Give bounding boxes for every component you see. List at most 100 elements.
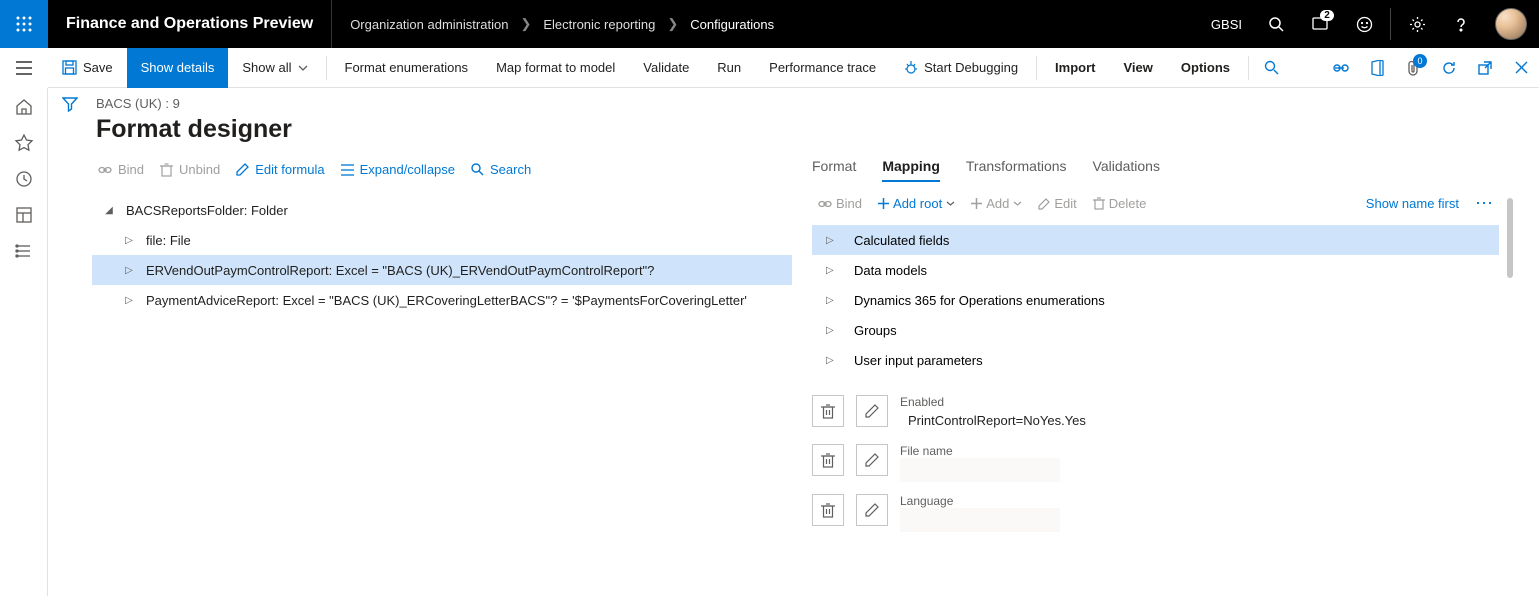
run-button[interactable]: Run xyxy=(703,48,755,88)
tab-format[interactable]: Format xyxy=(812,158,856,182)
tree-item-1[interactable]: ▷ ERVendOutPaymControlReport: Excel = "B… xyxy=(92,255,792,285)
caret-right-icon: ▷ xyxy=(122,235,136,246)
expand-collapse-button[interactable]: Expand/collapse xyxy=(335,158,461,181)
tree-item-2[interactable]: ▷ PaymentAdviceReport: Excel = "BACS (UK… xyxy=(92,285,792,315)
ds-item-3[interactable]: ▷Groups xyxy=(812,315,1499,345)
close-button[interactable] xyxy=(1503,48,1539,88)
caret-right-icon: ▷ xyxy=(826,265,840,276)
app-launcher-button[interactable] xyxy=(0,0,48,48)
find-button[interactable] xyxy=(1253,48,1289,88)
attachment-badge: 0 xyxy=(1413,54,1427,68)
edit-button[interactable]: Edit xyxy=(1032,192,1082,215)
options-button[interactable]: Options xyxy=(1167,48,1244,88)
prop-label: Language xyxy=(900,494,1499,508)
feedback-button[interactable] xyxy=(1342,0,1386,48)
recent-button[interactable] xyxy=(15,170,33,188)
legal-entity[interactable]: GBSI xyxy=(1199,17,1254,32)
ds-item-4[interactable]: ▷User input parameters xyxy=(812,345,1499,375)
performance-trace-button[interactable]: Performance trace xyxy=(755,48,890,88)
pencil-icon xyxy=(1038,198,1050,210)
start-debugging-button[interactable]: Start Debugging xyxy=(890,48,1032,88)
modules-button[interactable] xyxy=(15,242,33,260)
home-button[interactable] xyxy=(15,98,33,116)
map-format-button[interactable]: Map format to model xyxy=(482,48,629,88)
tree-item-0[interactable]: ▷ file: File xyxy=(92,225,792,255)
bug-icon xyxy=(904,61,918,75)
prop-edit-button[interactable] xyxy=(856,494,888,526)
prop-edit-button[interactable] xyxy=(856,395,888,427)
plus-icon xyxy=(971,198,982,209)
search-icon xyxy=(471,163,484,176)
notification-badge: 2 xyxy=(1320,10,1334,21)
scrollbar[interactable] xyxy=(1507,198,1513,278)
refresh-button[interactable] xyxy=(1431,48,1467,88)
pencil-icon xyxy=(865,453,879,467)
prop-label: File name xyxy=(900,444,1499,458)
tab-transformations[interactable]: Transformations xyxy=(966,158,1067,182)
left-toolbar: Bind Unbind Edit formula Expand/collapse xyxy=(92,158,792,195)
prop-value[interactable] xyxy=(900,458,1060,482)
funnel-icon xyxy=(62,96,78,112)
link-button[interactable] xyxy=(1323,48,1359,88)
bind-button[interactable]: Bind xyxy=(92,158,150,181)
show-all-button[interactable]: Show all xyxy=(228,48,321,88)
save-button[interactable]: Save xyxy=(48,48,127,88)
help-button[interactable] xyxy=(1439,0,1483,48)
popout-button[interactable] xyxy=(1467,48,1503,88)
show-details-button[interactable]: Show details xyxy=(127,48,229,88)
view-button[interactable]: View xyxy=(1110,48,1167,88)
ds-item-2[interactable]: ▷Dynamics 365 for Operations enumeration… xyxy=(812,285,1499,315)
add-root-button[interactable]: Add root xyxy=(872,192,961,215)
prop-delete-button[interactable] xyxy=(812,494,844,526)
prop-edit-button[interactable] xyxy=(856,444,888,476)
workspaces-button[interactable] xyxy=(15,206,33,224)
show-all-label: Show all xyxy=(242,60,291,75)
add-button[interactable]: Add xyxy=(965,192,1028,215)
header-search-button[interactable] xyxy=(1254,0,1298,48)
prop-value[interactable]: PrintControlReport=NoYes.Yes xyxy=(900,409,1200,432)
plus-icon xyxy=(878,198,889,209)
close-icon xyxy=(1515,61,1528,74)
smiley-icon xyxy=(1356,16,1373,33)
tab-validations[interactable]: Validations xyxy=(1093,158,1160,182)
unbind-button[interactable]: Unbind xyxy=(154,158,226,181)
attachments-button[interactable]: 0 xyxy=(1395,48,1431,88)
settings-button[interactable] xyxy=(1395,0,1439,48)
chevron-down-icon xyxy=(298,65,308,71)
prop-delete-button[interactable] xyxy=(812,444,844,476)
breadcrumb-item-2[interactable]: Configurations xyxy=(690,17,774,32)
breadcrumb-item-1[interactable]: Electronic reporting xyxy=(543,17,655,32)
ds-item-0[interactable]: ▷Calculated fields xyxy=(812,225,1499,255)
import-button[interactable]: Import xyxy=(1041,48,1109,88)
tree-root[interactable]: ◢ BACSReportsFolder: Folder xyxy=(92,195,792,225)
format-enumerations-button[interactable]: Format enumerations xyxy=(331,48,483,88)
top-header: Finance and Operations Preview Organizat… xyxy=(0,0,1539,48)
save-icon xyxy=(62,60,77,75)
property-filename: File name xyxy=(812,438,1499,488)
chevron-right-icon: ❯ xyxy=(667,16,678,32)
user-avatar[interactable] xyxy=(1495,8,1527,40)
tab-mapping[interactable]: Mapping xyxy=(882,158,940,182)
breadcrumb-item-0[interactable]: Organization administration xyxy=(350,17,508,32)
delete-button[interactable]: Delete xyxy=(1087,192,1153,215)
ds-item-1[interactable]: ▷Data models xyxy=(812,255,1499,285)
show-name-first-button[interactable]: Show name first xyxy=(1360,192,1465,215)
popout-icon xyxy=(1478,61,1492,75)
edit-formula-button[interactable]: Edit formula xyxy=(230,158,330,181)
map-bind-button[interactable]: Bind xyxy=(812,192,868,215)
prop-delete-button[interactable] xyxy=(812,395,844,427)
filter-button[interactable] xyxy=(62,96,78,596)
page-title: Format designer xyxy=(92,111,1539,158)
prop-value[interactable] xyxy=(900,508,1060,532)
notifications-button[interactable]: 2 xyxy=(1298,0,1342,48)
validate-button[interactable]: Validate xyxy=(629,48,703,88)
nav-toggle-button[interactable] xyxy=(0,48,48,88)
more-button[interactable]: ⋯ xyxy=(1469,193,1499,214)
office-button[interactable] xyxy=(1359,48,1395,88)
favorites-button[interactable] xyxy=(15,134,33,152)
pencil-icon xyxy=(236,163,249,176)
home-icon xyxy=(15,98,33,116)
header-right: GBSI 2 xyxy=(1199,0,1539,48)
mapping-pane: Format Mapping Transformations Validatio… xyxy=(812,158,1539,596)
search-tree-button[interactable]: Search xyxy=(465,158,537,181)
